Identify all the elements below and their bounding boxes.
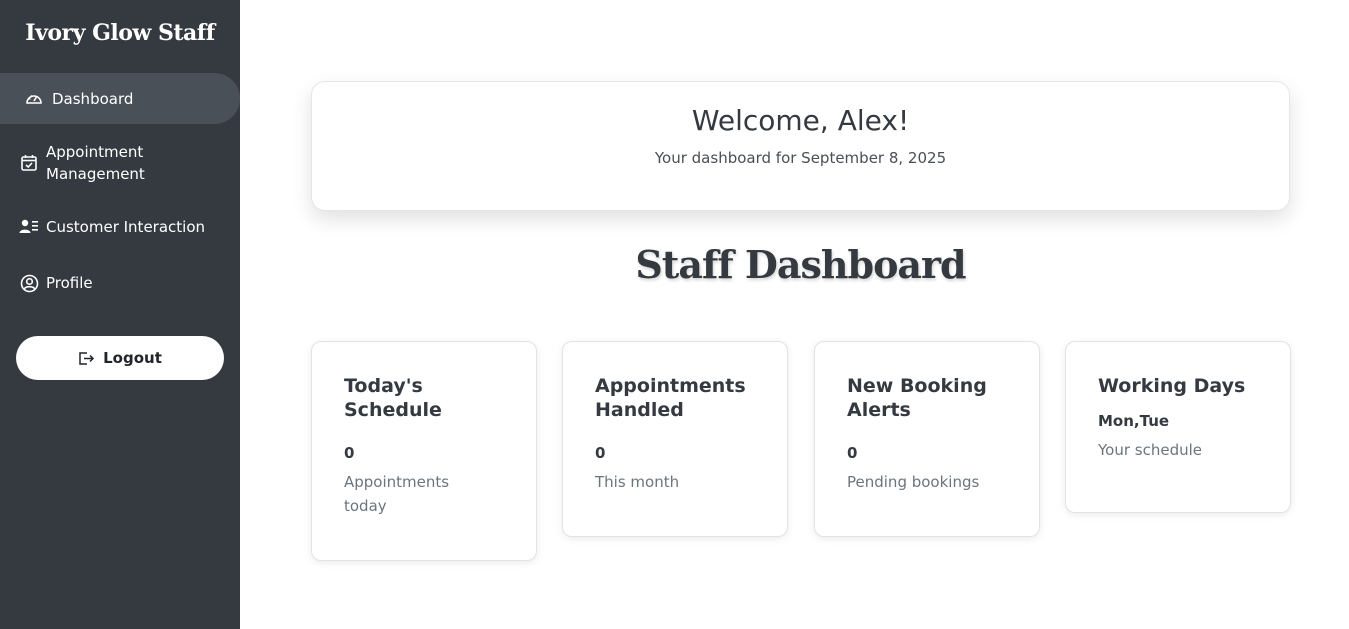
sidebar-item-profile[interactable]: Profile [0,272,240,294]
sidebar: Ivory Glow Staff Dashboard Appointment M… [0,0,240,629]
stat-card-title: New Booking Alerts [847,375,987,421]
welcome-card: Welcome, Alex! Your dashboard for Septem… [311,81,1290,211]
stat-card-title: Today's Schedule [344,375,442,421]
stat-card-working-days: Working Days Mon,Tue Your schedule [1065,341,1291,513]
welcome-subtitle: Your dashboard for September 8, 2025 [654,149,947,167]
page-title: Staff Dashboard [635,242,966,287]
stat-card-title: Appointments Handled [595,375,746,421]
calendar-check-icon [19,153,39,173]
logout-label: Logout [103,349,162,367]
sidebar-item-appointment-management[interactable]: Appointment Management [0,141,240,185]
welcome-title: Welcome, Alex! [691,104,910,137]
logout-icon [78,351,95,366]
user-circle-icon [19,273,39,293]
stat-card-todays-schedule: Today's Schedule 0 Appointments today [311,341,537,561]
stat-card-label: This month [595,473,680,491]
stat-card-value: Mon,Tue [1098,412,1170,430]
sidebar-item-label: Profile [46,274,93,292]
sidebar-item-customer-interaction[interactable]: Customer Interaction [0,216,240,238]
brand-title: Ivory Glow Staff [25,20,215,46]
stat-card-title: Working Days [1098,375,1246,397]
stat-card-value: 0 [595,444,606,462]
sidebar-item-dashboard[interactable]: Dashboard [0,73,240,124]
stat-card-label: Pending bookings [847,473,980,491]
stat-card-value: 0 [344,444,355,462]
sidebar-item-label: Appointment Management [46,143,145,183]
stat-card-value: 0 [847,444,858,462]
sidebar-item-label: Dashboard [52,89,134,108]
gauge-icon [24,89,44,109]
stat-card-new-booking-alerts: New Booking Alerts 0 Pending bookings [814,341,1040,537]
logout-button[interactable]: Logout [16,336,224,380]
stat-card-label: Appointments today [344,473,450,515]
stat-card-appointments-handled: Appointments Handled 0 This month [562,341,788,537]
user-list-icon [19,217,39,237]
sidebar-item-label: Customer Interaction [46,218,206,236]
stat-card-label: Your schedule [1098,441,1203,459]
